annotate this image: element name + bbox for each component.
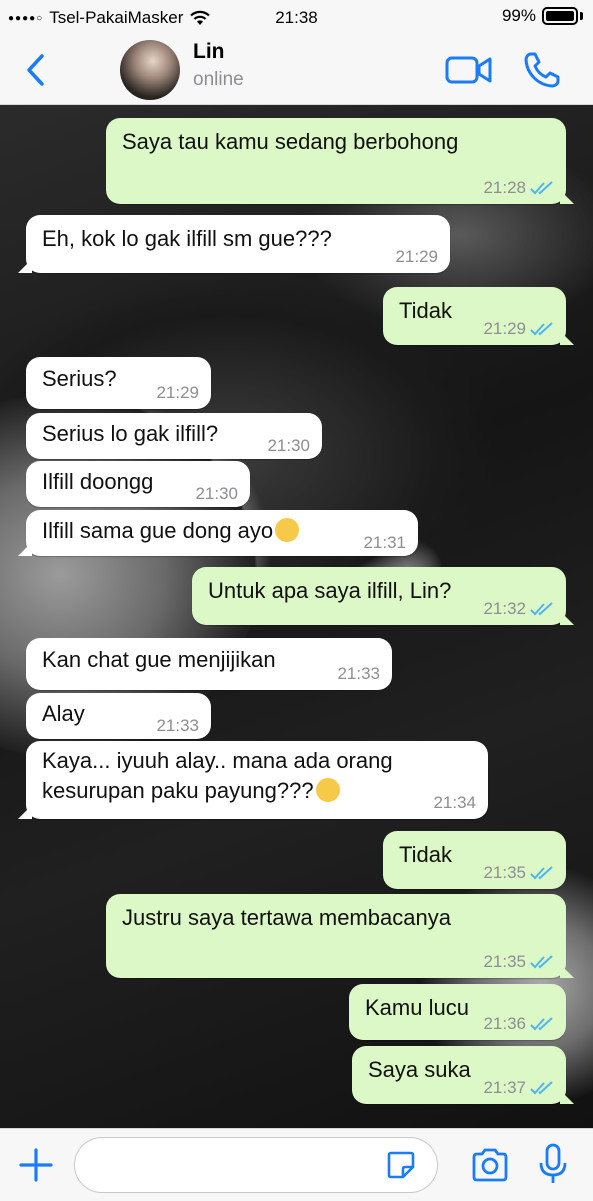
battery-icon: [542, 7, 578, 25]
pensive-face-emoji-icon: [275, 518, 300, 542]
message-incoming[interactable]: Eh, kok lo gak ilfill sm gue??? 21:29: [26, 215, 450, 273]
message-time: 21:32: [483, 599, 526, 618]
message-time: 21:33: [156, 716, 199, 735]
message-outgoing[interactable]: Justru saya tertawa membacanya 21:35: [106, 894, 566, 978]
message-time: 21:35: [483, 863, 526, 882]
battery-percent: 99%: [501, 6, 536, 25]
read-receipt-icon: [530, 602, 553, 616]
phone-call-icon[interactable]: [522, 50, 562, 90]
message-input[interactable]: [74, 1137, 438, 1193]
message-outgoing[interactable]: Untuk apa saya ilfill, Lin? 21:32: [192, 567, 566, 625]
message-input-bar: [0, 1128, 593, 1201]
sticker-icon[interactable]: [385, 1149, 417, 1181]
read-receipt-icon: [530, 1017, 553, 1031]
message-time: 21:30: [267, 436, 310, 455]
message-incoming[interactable]: Kaya... iyuuh alay.. mana ada orang kesu…: [26, 741, 488, 819]
slight-smile-emoji-icon: [315, 778, 340, 802]
back-chevron-icon[interactable]: [20, 50, 52, 90]
message-outgoing[interactable]: Kamu lucu 21:36: [349, 984, 566, 1040]
avatar[interactable]: [120, 40, 180, 100]
message-time: 21:31: [363, 533, 406, 552]
video-call-icon[interactable]: [445, 54, 493, 86]
message-time: 21:29: [395, 247, 438, 266]
message-outgoing[interactable]: Tidak 21:35: [383, 831, 566, 889]
message-time: 21:37: [483, 1078, 526, 1097]
message-incoming[interactable]: Ilfill sama gue dong ayo 21:31: [26, 510, 418, 556]
camera-icon[interactable]: [470, 1147, 510, 1183]
status-bar: ●●●●○ Tsel-PakaiMasker 21:38 99%: [0, 0, 593, 36]
message-outgoing[interactable]: Saya tau kamu sedang berbohong 21:28: [106, 118, 566, 204]
read-receipt-icon: [530, 866, 553, 880]
message-incoming[interactable]: Serius lo gak ilfill? 21:30: [26, 413, 322, 459]
message-incoming[interactable]: Ilfill doongg 21:30: [26, 461, 250, 507]
read-receipt-icon: [530, 181, 553, 195]
battery-tip: [580, 12, 583, 20]
message-time: 21:29: [483, 319, 526, 338]
message-time: 21:29: [156, 383, 199, 402]
chat-header: Lin online: [0, 36, 593, 105]
message-incoming[interactable]: Kan chat gue menjijikan 21:33: [26, 638, 392, 690]
message-outgoing[interactable]: Saya suka 21:37: [352, 1046, 566, 1104]
chat-area[interactable]: Saya tau kamu sedang berbohong 21:28 Eh,…: [0, 105, 593, 1128]
read-receipt-icon: [530, 1081, 553, 1095]
message-outgoing[interactable]: Tidak 21:29: [383, 287, 566, 345]
read-receipt-icon: [530, 955, 553, 969]
message-time: 21:36: [483, 1014, 526, 1033]
read-receipt-icon: [530, 322, 553, 336]
microphone-icon[interactable]: [538, 1143, 568, 1185]
plus-icon[interactable]: [18, 1147, 54, 1183]
message-time: 21:30: [195, 484, 238, 503]
message-time: 21:28: [483, 178, 526, 197]
message-time: 21:35: [483, 952, 526, 971]
message-time: 21:33: [337, 664, 380, 683]
message-time: 21:34: [433, 793, 476, 812]
contact-status: online: [193, 69, 244, 90]
contact-name[interactable]: Lin: [193, 40, 225, 64]
message-incoming[interactable]: Alay 21:33: [26, 693, 211, 739]
message-incoming[interactable]: Serius? 21:29: [26, 357, 211, 409]
